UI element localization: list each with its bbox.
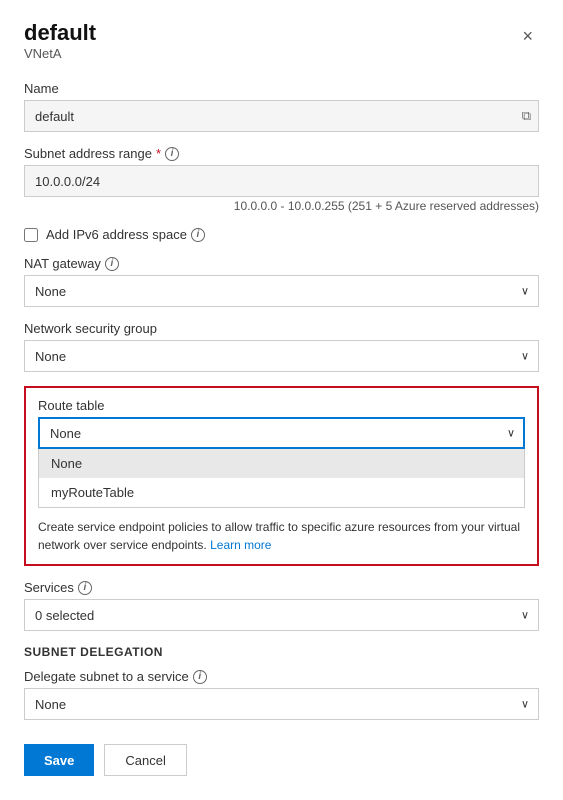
panel-subtitle: VNetA bbox=[24, 46, 96, 61]
ipv6-label[interactable]: Add IPv6 address space i bbox=[46, 227, 205, 242]
subnet-address-info-icon[interactable]: i bbox=[165, 147, 179, 161]
panel-title-block: default VNetA bbox=[24, 20, 96, 79]
subnet-address-label: Subnet address range * i bbox=[24, 146, 539, 161]
nsg-label: Network security group bbox=[24, 321, 539, 336]
name-label: Name bbox=[24, 81, 539, 96]
ipv6-checkbox-row: Add IPv6 address space i bbox=[24, 227, 539, 242]
delegate-field-group: Delegate subnet to a service i None ∨ bbox=[24, 669, 539, 720]
save-button[interactable]: Save bbox=[24, 744, 94, 776]
nsg-select-wrapper: None ∨ bbox=[24, 340, 539, 372]
learn-more-link[interactable]: Learn more bbox=[210, 538, 271, 552]
delegate-info-icon[interactable]: i bbox=[193, 670, 207, 684]
panel-header: default VNetA × bbox=[24, 20, 539, 79]
panel-title: default bbox=[24, 20, 96, 46]
subnet-delegation-heading: SUBNET DELEGATION bbox=[24, 645, 539, 659]
subnet-address-input-wrapper bbox=[24, 165, 539, 197]
services-label: Services i bbox=[24, 580, 539, 595]
route-table-select-wrapper: None myRouteTable ∨ bbox=[38, 417, 525, 449]
subnet-address-hint: 10.0.0.0 - 10.0.0.255 (251 + 5 Azure res… bbox=[24, 199, 539, 213]
nat-gateway-label: NAT gateway i bbox=[24, 256, 539, 271]
nsg-select[interactable]: None bbox=[24, 340, 539, 372]
route-table-label: Route table bbox=[38, 398, 525, 413]
route-table-option-myroutetable[interactable]: myRouteTable bbox=[39, 478, 524, 507]
required-star: * bbox=[156, 146, 161, 161]
services-select-wrapper: 0 selected ∨ bbox=[24, 599, 539, 631]
cancel-button[interactable]: Cancel bbox=[104, 744, 186, 776]
delegate-label: Delegate subnet to a service i bbox=[24, 669, 539, 684]
services-info-icon[interactable]: i bbox=[78, 581, 92, 595]
services-field-group: Services i 0 selected ∨ bbox=[24, 580, 539, 631]
subnet-address-input[interactable] bbox=[24, 165, 539, 197]
nat-gateway-select-wrapper: None ∨ bbox=[24, 275, 539, 307]
nat-gateway-field-group: NAT gateway i None ∨ bbox=[24, 256, 539, 307]
nat-gateway-select[interactable]: None bbox=[24, 275, 539, 307]
close-button[interactable]: × bbox=[516, 24, 539, 49]
copy-icon[interactable]: ⧉ bbox=[522, 108, 531, 124]
services-select[interactable]: 0 selected bbox=[24, 599, 539, 631]
footer-buttons: Save Cancel bbox=[24, 744, 539, 776]
route-table-option-none[interactable]: None bbox=[39, 449, 524, 478]
route-table-dropdown-list: None myRouteTable bbox=[38, 449, 525, 508]
name-input[interactable] bbox=[24, 100, 539, 132]
delegate-select-wrapper: None ∨ bbox=[24, 688, 539, 720]
ipv6-checkbox[interactable] bbox=[24, 228, 38, 242]
name-input-wrapper: ⧉ bbox=[24, 100, 539, 132]
delegate-select[interactable]: None bbox=[24, 688, 539, 720]
nat-gateway-info-icon[interactable]: i bbox=[105, 257, 119, 271]
panel: default VNetA × Name ⧉ Subnet address ra… bbox=[0, 0, 563, 800]
subnet-address-field-group: Subnet address range * i 10.0.0.0 - 10.0… bbox=[24, 146, 539, 213]
route-table-section: Route table None myRouteTable ∨ None myR… bbox=[24, 386, 539, 566]
nsg-field-group: Network security group None ∨ bbox=[24, 321, 539, 372]
service-endpoint-note: Create service endpoint policies to allo… bbox=[38, 508, 525, 564]
name-field-group: Name ⧉ bbox=[24, 81, 539, 132]
route-table-select[interactable]: None myRouteTable bbox=[38, 417, 525, 449]
ipv6-info-icon[interactable]: i bbox=[191, 228, 205, 242]
